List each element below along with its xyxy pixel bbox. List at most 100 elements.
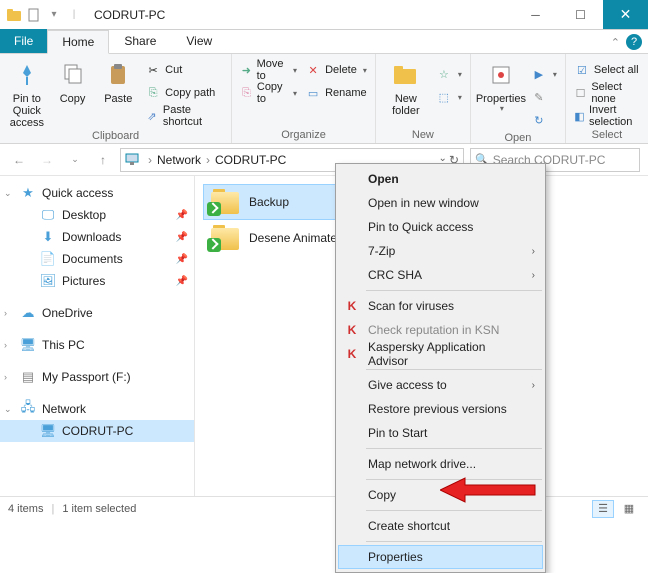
ribbon: Pin to Quick access Copy Paste ✂Cut ⎘Cop… (0, 54, 648, 144)
properties-button[interactable]: Properties▾ (477, 57, 525, 114)
address-segment-codrut[interactable]: CODRUT-PC (213, 153, 288, 167)
nav-documents[interactable]: 📄Documents📌 (0, 248, 194, 270)
window-title: CODRUT-PC (88, 8, 513, 22)
details-view-button[interactable]: ☰ (592, 500, 614, 518)
chevron-right-icon: › (532, 270, 535, 281)
chevron-right-icon: › (532, 380, 535, 391)
separator (366, 448, 542, 449)
minimize-button[interactable]: ─ (513, 0, 558, 29)
ctx-properties[interactable]: Properties (338, 545, 543, 569)
ctx-open[interactable]: Open (338, 167, 543, 191)
tab-home[interactable]: Home (47, 30, 109, 54)
network-pc-icon (125, 152, 141, 168)
copy-button[interactable]: Copy (52, 57, 94, 105)
context-menu: Open Open in new window Pin to Quick acc… (335, 163, 546, 573)
nav-row: ← → ⌄ ↑ › Network › CODRUT-PC ⌄ ↻ 🔍 Sear… (0, 144, 648, 176)
separator (366, 369, 542, 370)
nav-onedrive[interactable]: ›☁OneDrive (0, 302, 194, 324)
select-none-button[interactable]: ☐Select none (572, 82, 642, 104)
select-all-button[interactable]: ☑Select all (572, 59, 642, 81)
ctx-pin-start[interactable]: Pin to Start (338, 421, 543, 445)
separator (366, 290, 542, 291)
chevron-right-icon[interactable]: › (203, 153, 213, 167)
ctx-create-shortcut[interactable]: Create shortcut (338, 514, 543, 538)
nav-codrut-pc[interactable]: 🖥CODRUT-PC (0, 420, 194, 442)
up-button[interactable]: ↑ (92, 149, 114, 171)
back-button[interactable]: ← (8, 149, 30, 171)
titlebar: ▾ | CODRUT-PC ─ ☐ ✕ (0, 0, 648, 30)
pin-quick-access-button[interactable]: Pin to Quick access (6, 57, 48, 129)
pin-icon: 📌 (176, 254, 188, 265)
tab-file[interactable]: File (0, 29, 47, 53)
folder-icon (6, 7, 22, 23)
edit-button[interactable]: ✎ (529, 86, 559, 108)
new-group-label: New (382, 128, 464, 141)
pin-icon: 📌 (176, 276, 188, 287)
ctx-give-access[interactable]: Give access to› (338, 373, 543, 397)
shared-folder-icon (209, 188, 241, 216)
delete-button[interactable]: ✕Delete▾ (303, 59, 369, 81)
copy-to-button[interactable]: ⎘Copy to▾ (238, 82, 299, 104)
ctx-copy[interactable]: Copy (338, 483, 543, 507)
paste-button[interactable]: Paste (97, 57, 139, 105)
nav-downloads[interactable]: ⬇Downloads📌 (0, 226, 194, 248)
ctx-restore-versions[interactable]: Restore previous versions (338, 397, 543, 421)
clipboard-group-label: Clipboard (6, 129, 225, 142)
ctx-open-new-window[interactable]: Open in new window (338, 191, 543, 215)
ribbon-tabs: File Home Share View ⌃ ? (0, 30, 648, 54)
nav-pictures[interactable]: 🖼Pictures📌 (0, 270, 194, 292)
kaspersky-icon: K (344, 322, 360, 338)
ctx-7zip[interactable]: 7-Zip› (338, 239, 543, 263)
invert-selection-button[interactable]: ◧Invert selection (572, 105, 642, 127)
select-group-label: Select (572, 128, 642, 141)
rename-button[interactable]: ▭Rename (303, 82, 369, 104)
easy-access-button[interactable]: ⬚▾ (434, 86, 464, 108)
kaspersky-icon: K (344, 346, 360, 362)
ctx-kaspersky-advisor[interactable]: KKaspersky Application Advisor (338, 342, 543, 366)
paste-shortcut-button[interactable]: ⇗Paste shortcut (143, 105, 225, 127)
nav-quick-access[interactable]: ⌄★Quick access (0, 182, 194, 204)
close-button[interactable]: ✕ (603, 0, 648, 29)
forward-button[interactable]: → (36, 149, 58, 171)
move-to-button[interactable]: ➜Move to▾ (238, 59, 299, 81)
copy-path-button[interactable]: ⎘Copy path (143, 82, 225, 104)
pin-icon: 📌 (176, 210, 188, 221)
separator (366, 510, 542, 511)
status-item-count: 4 items (8, 503, 43, 515)
history-button[interactable]: ↻ (529, 109, 559, 131)
help-icon[interactable]: ? (626, 34, 642, 50)
tab-share[interactable]: Share (109, 29, 171, 53)
icons-view-button[interactable]: ▦ (618, 500, 640, 518)
document-icon (26, 7, 42, 23)
open-button[interactable]: ▶▾ (529, 63, 559, 85)
status-selected: 1 item selected (62, 503, 136, 515)
ctx-pin-quick[interactable]: Pin to Quick access (338, 215, 543, 239)
ctx-crc[interactable]: CRC SHA› (338, 263, 543, 287)
tab-view[interactable]: View (171, 29, 227, 53)
chevron-right-icon[interactable]: › (145, 153, 155, 167)
new-folder-button[interactable]: New folder (382, 57, 430, 117)
ctx-map-drive[interactable]: Map network drive... (338, 452, 543, 476)
nav-this-pc[interactable]: ›🖥This PC (0, 334, 194, 356)
cut-button[interactable]: ✂Cut (143, 59, 225, 81)
chevron-right-icon: › (532, 246, 535, 257)
nav-desktop[interactable]: 🖵Desktop📌 (0, 204, 194, 226)
open-group-label: Open (477, 131, 559, 144)
shared-folder-icon (209, 224, 241, 252)
nav-network[interactable]: ⌄🖧Network (0, 398, 194, 420)
status-bar: 4 items | 1 item selected ☰ ▦ (0, 496, 648, 520)
ctx-scan-viruses[interactable]: KScan for viruses (338, 294, 543, 318)
nav-pane: ⌄★Quick access 🖵Desktop📌 ⬇Downloads📌 📄Do… (0, 176, 195, 496)
new-item-button[interactable]: ☆▾ (434, 63, 464, 85)
maximize-button[interactable]: ☐ (558, 0, 603, 29)
copy-label: Copy (60, 93, 86, 105)
main-area: ⌄★Quick access 🖵Desktop📌 ⬇Downloads📌 📄Do… (0, 176, 648, 496)
collapse-ribbon-icon[interactable]: ⌃ (611, 36, 620, 49)
ctx-ksn[interactable]: KCheck reputation in KSN (338, 318, 543, 342)
qat-separator: | (66, 7, 82, 23)
recent-dropdown-button[interactable]: ⌄ (64, 149, 86, 171)
qat-dropdown-icon[interactable]: ▾ (46, 7, 62, 23)
paste-label: Paste (104, 93, 132, 105)
address-segment-network[interactable]: Network (155, 153, 203, 167)
nav-passport[interactable]: ›▤My Passport (F:) (0, 366, 194, 388)
